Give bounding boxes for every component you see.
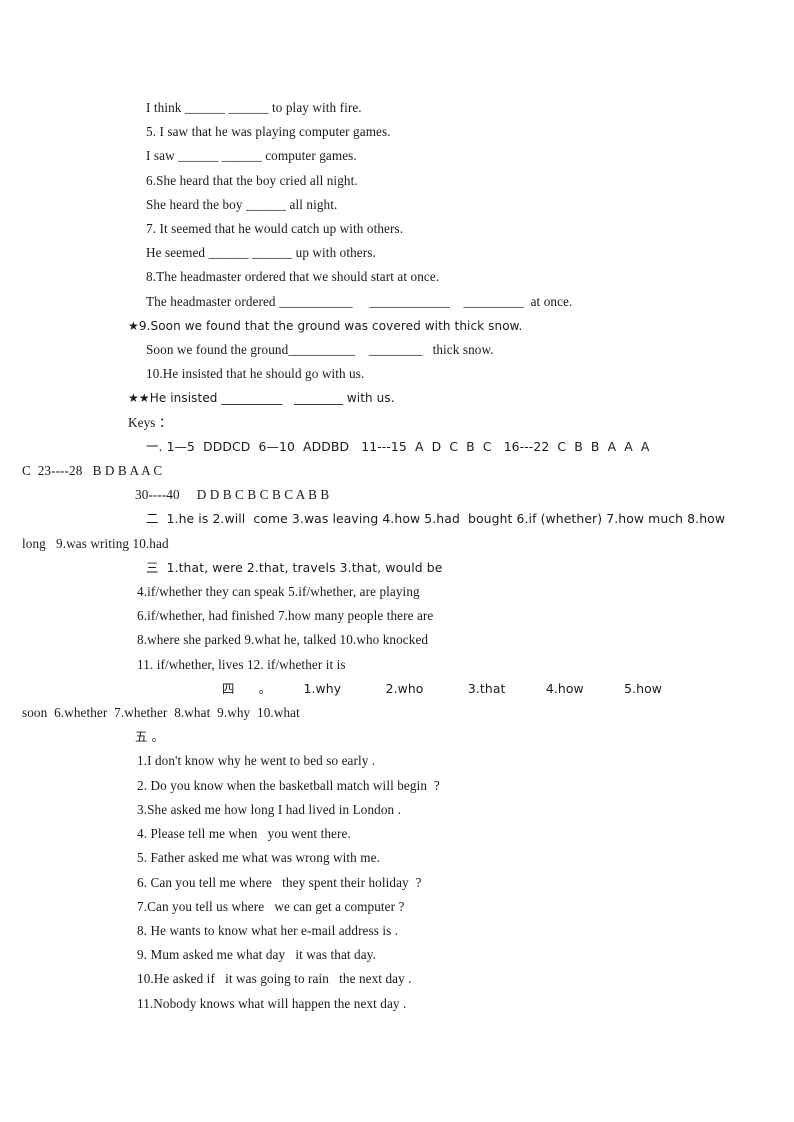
exercise-line-4-answer: I think ______ ______ to play with fire. xyxy=(146,100,362,115)
keys-section-2-line-1: 二 1.he is 2.will come 3.was leaving 4.ho… xyxy=(146,511,726,527)
answer-item-1: 1.I don't know why he went to bed so ear… xyxy=(137,753,376,769)
keys-section-5-heading: 五 。 xyxy=(135,729,165,745)
answer-item-9: 9. Mum asked me what day it was that day… xyxy=(137,947,376,963)
keys-section-1-line-1: 一. 1—5 DDDCD 6—10 ADDBD 11---15 A D C B … xyxy=(146,438,650,454)
exercise-line-6-answer: She heard the boy ______ all night. xyxy=(146,196,338,212)
answer-item-3: 3.She asked me how long I had lived in L… xyxy=(137,801,402,817)
answer-item-10: 10.He asked if it was going to rain the … xyxy=(137,971,412,987)
keys-section-3-line-2: 4.if/whether they can speak 5.if/whether… xyxy=(137,584,420,600)
answer-item-11: 11.Nobody knows what will happen the nex… xyxy=(137,995,407,1011)
keys-section-1-line-2: C 23----28 B D B A A C xyxy=(22,463,163,479)
answer-item-7: 7.Can you tell us where we can get a com… xyxy=(137,898,405,914)
answer-item-6: 6. Can you tell me where they spent thei… xyxy=(137,874,422,890)
keys-section-2-line-2: long 9.was writing 10.had xyxy=(22,535,169,551)
exercise-line-7-answer: He seemed ______ ______ up with others. xyxy=(146,245,376,261)
exercise-line-9-answer: Soon we found the ground__________ _____… xyxy=(146,342,494,358)
exercise-line-8-answer: The headmaster ordered ___________ _____… xyxy=(146,293,573,309)
exercise-line-6: 6.She heard that the boy cried all night… xyxy=(146,172,358,188)
keys-section-1-line-3: 30----40 D D B C B C B C A B B xyxy=(135,487,330,503)
keys-section-3-line-5: 11. if/whether, lives 12. if/whether it … xyxy=(137,656,346,672)
keys-section-3-line-4: 8.where she parked 9.what he, talked 10.… xyxy=(137,632,429,648)
keys-section-4-line-1: 四 。 1.why 2.who 3.that 4.how 5.how xyxy=(222,680,663,696)
exercise-line-9-starred: ★9.Soon we found that the ground was cov… xyxy=(128,318,523,333)
exercise-line-8: 8.The headmaster ordered that we should … xyxy=(146,269,440,285)
exercise-line-10-starred: ★★He insisted __________ ________ with u… xyxy=(128,391,395,406)
keys-section-4-line-2: soon 6.whether 7.whether 8.what 9.why 10… xyxy=(22,705,300,721)
answer-item-2: 2. Do you know when the basketball match… xyxy=(137,777,440,793)
keys-section-3-line-1: 三 1.that, were 2.that, travels 3.that, w… xyxy=(146,559,443,575)
keys-section-3-line-3: 6.if/whether, had finished 7.how many pe… xyxy=(137,608,434,624)
document-page: I think ______ ______ to play with fire.… xyxy=(0,0,794,1122)
exercise-line-7: 7. It seemed that he would catch up with… xyxy=(146,221,404,237)
answer-item-4: 4. Please tell me when you went there. xyxy=(137,826,351,842)
exercise-line-5: 5. I saw that he was playing computer ga… xyxy=(146,124,391,140)
document-content: I think ______ ______ to play with fire.… xyxy=(0,0,794,1016)
answer-item-5: 5. Father asked me what was wrong with m… xyxy=(137,850,380,866)
exercise-line-10: 10.He insisted that he should go with us… xyxy=(146,366,365,382)
answer-item-8: 8. He wants to know what her e-mail addr… xyxy=(137,922,399,938)
top-margin-spacer xyxy=(0,0,794,96)
exercise-line-5-answer: I saw ______ ______ computer games. xyxy=(146,148,357,164)
keys-heading: Keys ： xyxy=(128,414,173,430)
